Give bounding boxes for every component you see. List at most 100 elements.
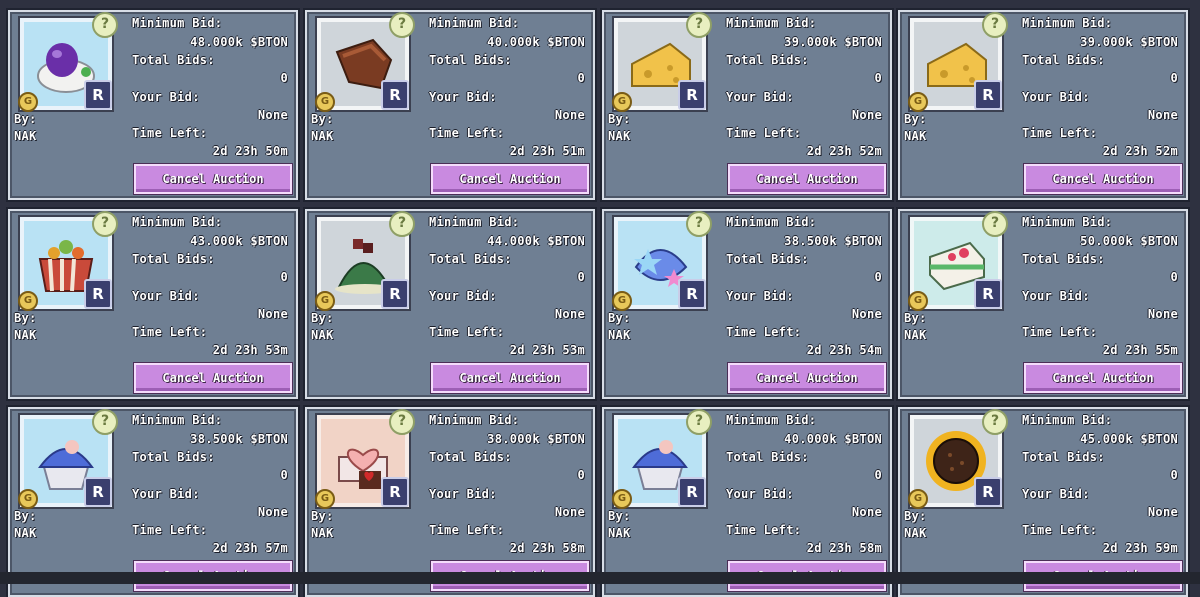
item-frame[interactable]: ? G R (908, 409, 1008, 509)
item-frame[interactable]: ? G R (908, 12, 1008, 112)
bottom-edge (0, 572, 1200, 584)
gold-currency-badge-icon: G (18, 489, 38, 509)
min-bid-label: Minimum Bid: (132, 413, 223, 427)
gold-currency-badge-icon: G (18, 92, 38, 112)
auction-card: ? G R Minimum Bid: 39.000k $BTON Total B… (602, 10, 892, 200)
auction-card: ? G R Minimum Bid: 45.000k $BTON Total B… (898, 407, 1188, 597)
your-bid-label: Your Bid: (1022, 90, 1090, 104)
gold-currency-badge-icon: G (315, 291, 335, 311)
rarity-badge-icon: R (84, 477, 112, 507)
cancel-auction-button[interactable]: Cancel Auction (728, 363, 886, 393)
time-left-value: 2d 23h 50m (212, 144, 288, 158)
item-frame[interactable]: ? G R (908, 211, 1008, 311)
total-bids-label: Total Bids: (429, 450, 512, 464)
auction-card: ? G R Minimum Bid: 38.500k $BTON Total B… (602, 209, 892, 399)
total-bids-value: 0 (874, 71, 882, 85)
cancel-auction-button[interactable]: Cancel Auction (431, 164, 589, 194)
total-bids-value: 0 (280, 71, 288, 85)
total-bids-label: Total Bids: (429, 53, 512, 67)
your-bid-label: Your Bid: (726, 487, 794, 501)
item-frame[interactable]: ? G R (315, 12, 415, 112)
total-bids-label: Total Bids: (132, 450, 215, 464)
auction-card: ? G R Minimum Bid: 44.000k $BTON Total B… (305, 209, 595, 399)
question-badge-icon[interactable]: ? (389, 211, 415, 237)
your-bid-label: Your Bid: (132, 90, 200, 104)
auction-card: ? G R Minimum Bid: 48.000k $BTON Total B… (8, 10, 298, 200)
time-left-value: 2d 23h 52m (1102, 144, 1178, 158)
rarity-badge-icon: R (678, 279, 706, 309)
time-left-value: 2d 23h 53m (509, 343, 585, 357)
min-bid-value: 39.000k $BTON (1080, 35, 1178, 49)
question-badge-icon[interactable]: ? (982, 211, 1008, 237)
min-bid-value: 40.000k $BTON (784, 432, 882, 446)
min-bid-label: Minimum Bid: (1022, 215, 1113, 229)
time-left-label: Time Left: (132, 325, 208, 339)
cancel-auction-button[interactable]: Cancel Auction (1024, 363, 1182, 393)
question-badge-icon[interactable]: ? (389, 409, 415, 435)
item-frame[interactable]: ? G R (18, 211, 118, 311)
min-bid-label: Minimum Bid: (429, 16, 520, 30)
seller-label: By: (311, 311, 334, 325)
your-bid-value: None (257, 108, 288, 122)
item-frame[interactable]: ? G R (18, 12, 118, 112)
item-frame[interactable]: ? G R (315, 409, 415, 509)
cancel-auction-button[interactable]: Cancel Auction (431, 363, 589, 393)
question-badge-icon[interactable]: ? (92, 12, 118, 38)
auction-listings-grid: ? G R Minimum Bid: 48.000k $BTON Total B… (0, 0, 1200, 597)
total-bids-label: Total Bids: (1022, 450, 1105, 464)
total-bids-value: 0 (1170, 468, 1178, 482)
seller-name: NAK (608, 328, 631, 342)
auction-card: ? G R Minimum Bid: 38.500k $BTON Total B… (8, 407, 298, 597)
item-frame[interactable]: ? G R (612, 12, 712, 112)
your-bid-label: Your Bid: (429, 289, 497, 303)
auction-card: ? G R Minimum Bid: 38.000k $BTON Total B… (305, 407, 595, 597)
total-bids-label: Total Bids: (132, 252, 215, 266)
question-badge-icon[interactable]: ? (92, 211, 118, 237)
seller-name: NAK (904, 526, 927, 540)
question-badge-icon[interactable]: ? (389, 12, 415, 38)
item-frame[interactable]: ? G R (18, 409, 118, 509)
item-frame[interactable]: ? G R (612, 211, 712, 311)
your-bid-value: None (851, 505, 882, 519)
your-bid-value: None (554, 108, 585, 122)
your-bid-value: None (257, 307, 288, 321)
cancel-auction-button[interactable]: Cancel Auction (134, 363, 292, 393)
question-badge-icon[interactable]: ? (686, 409, 712, 435)
question-badge-icon[interactable]: ? (92, 409, 118, 435)
item-frame[interactable]: ? G R (315, 211, 415, 311)
time-left-label: Time Left: (429, 126, 505, 140)
min-bid-label: Minimum Bid: (1022, 16, 1113, 30)
your-bid-label: Your Bid: (132, 487, 200, 501)
item-frame[interactable]: ? G R (612, 409, 712, 509)
your-bid-value: None (1147, 307, 1178, 321)
time-left-value: 2d 23h 54m (806, 343, 882, 357)
seller-label: By: (311, 509, 334, 523)
cancel-auction-button[interactable]: Cancel Auction (1024, 164, 1182, 194)
seller-name: NAK (904, 328, 927, 342)
total-bids-value: 0 (577, 270, 585, 284)
time-left-value: 2d 23h 55m (1102, 343, 1178, 357)
min-bid-value: 45.000k $BTON (1080, 432, 1178, 446)
question-badge-icon[interactable]: ? (982, 12, 1008, 38)
auction-card: ? G R Minimum Bid: 39.000k $BTON Total B… (898, 10, 1188, 200)
question-badge-icon[interactable]: ? (982, 409, 1008, 435)
seller-name: NAK (14, 526, 37, 540)
question-badge-icon[interactable]: ? (686, 211, 712, 237)
seller-label: By: (14, 509, 37, 523)
cancel-auction-button[interactable]: Cancel Auction (728, 164, 886, 194)
time-left-label: Time Left: (132, 126, 208, 140)
time-left-label: Time Left: (132, 523, 208, 537)
seller-label: By: (904, 311, 927, 325)
time-left-label: Time Left: (429, 523, 505, 537)
rarity-badge-icon: R (678, 80, 706, 110)
min-bid-label: Minimum Bid: (726, 16, 817, 30)
rarity-badge-icon: R (84, 80, 112, 110)
seller-name: NAK (14, 328, 37, 342)
total-bids-label: Total Bids: (1022, 252, 1105, 266)
seller-label: By: (904, 509, 927, 523)
question-badge-icon[interactable]: ? (686, 12, 712, 38)
auction-card: ? G R Minimum Bid: 40.000k $BTON Total B… (602, 407, 892, 597)
total-bids-value: 0 (577, 468, 585, 482)
cancel-auction-button[interactable]: Cancel Auction (134, 164, 292, 194)
gold-currency-badge-icon: G (18, 291, 38, 311)
